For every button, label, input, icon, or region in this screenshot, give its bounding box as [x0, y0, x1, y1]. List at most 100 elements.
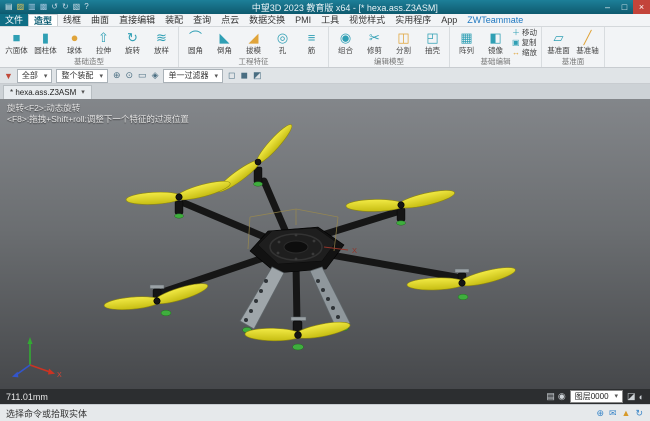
layer-dropdown[interactable]: 图层0000 ▾ [570, 390, 623, 403]
scope-dropdown[interactable]: 整个装配 ▾ [56, 69, 108, 83]
hole-icon: ◎ [277, 30, 288, 46]
undo-icon[interactable]: ↺ [49, 0, 60, 14]
box-icon: ■ [13, 30, 21, 46]
pick-invert-icon[interactable]: ◩ [252, 70, 263, 81]
trim-button[interactable]: ✂修剪 [360, 30, 389, 55]
new-file-icon[interactable]: ▤ [3, 0, 15, 14]
chamfer-button[interactable]: ◣倒角 [210, 30, 239, 55]
sphere-button[interactable]: ●球体 [60, 30, 89, 55]
save-all-icon[interactable]: ▩ [38, 0, 50, 14]
save-icon[interactable]: ▥ [26, 0, 38, 14]
menu-tab-直接编辑[interactable]: 直接编辑 [114, 14, 160, 26]
chevron-down-icon: ▾ [81, 86, 85, 99]
ribbon-button-label: 放样 [154, 46, 169, 55]
rib-button[interactable]: ≡筋 [297, 30, 326, 55]
menu-tab-App[interactable]: App [436, 14, 462, 26]
ribbon-group: ⌒圆角◣倒角◢拔模◎孔≡筋工程特征 [179, 27, 329, 67]
revolve-icon: ↻ [127, 30, 138, 46]
maximize-button[interactable]: □ [616, 0, 633, 14]
datum-axis-button[interactable]: ╱基准轴 [573, 30, 602, 55]
ribbon-button-label: 基准面 [547, 46, 570, 55]
menu-tab-造型[interactable]: 造型 [28, 14, 58, 26]
layer-manager-icon[interactable]: ▤ [546, 391, 555, 402]
menu-tab-点云[interactable]: 点云 [216, 14, 244, 26]
ribbon-group-label: 基础造型 [2, 57, 176, 67]
box-button[interactable]: ■六面体 [2, 30, 31, 55]
menu-tab-装配[interactable]: 装配 [160, 14, 188, 26]
menu-tab-查询[interactable]: 查询 [188, 14, 216, 26]
ribbon-button-label: 孔 [279, 46, 287, 55]
split-button[interactable]: ◫分割 [389, 30, 418, 55]
menu-tab-线框[interactable]: 线框 [58, 14, 86, 26]
move-icon: ＋ [512, 28, 520, 37]
move-button[interactable]: ＋移动 [512, 28, 537, 37]
loft-button[interactable]: ≋放样 [147, 30, 176, 55]
menu-tab-文件[interactable]: 文件 [0, 14, 28, 26]
datum-plane-button[interactable]: ▱基准面 [544, 30, 573, 55]
window-controls: – □ × [599, 0, 650, 14]
scale-button[interactable]: ↔缩放 [512, 48, 537, 57]
rib-icon: ≡ [308, 30, 316, 46]
statusbar: 选择命令或拾取实体 ⊕✉▲↻ [0, 404, 650, 421]
mirror-icon: ◧ [489, 30, 501, 46]
selection-filter-icon[interactable]: ⊕ [595, 408, 605, 419]
redo-icon[interactable]: ↻ [60, 0, 71, 14]
pick-all-icon[interactable]: ◻ [227, 70, 236, 81]
combine-button[interactable]: ◉组合 [331, 30, 360, 55]
message-icon[interactable]: ✉ [608, 408, 618, 419]
menu-tab-PMI[interactable]: PMI [290, 14, 316, 26]
hole-button[interactable]: ◎孔 [268, 30, 297, 55]
shell-icon: ◰ [426, 30, 438, 46]
visibility-icon[interactable]: ◉ [558, 391, 566, 402]
selbar-right-icons: ◻◼ ◩ [227, 70, 262, 81]
menu-tab-视觉样式[interactable]: 视觉样式 [344, 14, 390, 26]
draft-button[interactable]: ◢拔模 [239, 30, 268, 55]
fillet-button[interactable]: ⌒圆角 [181, 30, 210, 55]
document-tab-bar: * hexa.ass.Z3ASM ▾ [0, 84, 650, 99]
quick-access-toolbar: ▤▨▥▩↺↻▧? [0, 0, 91, 14]
copy-button[interactable]: ▣复制 [512, 38, 537, 47]
sync-icon[interactable]: ↻ [634, 408, 644, 419]
pick-point-icon[interactable]: ⊕ [112, 70, 122, 81]
status-message: 选择命令或拾取实体 [6, 407, 87, 420]
filter-type-dropdown[interactable]: 全部 ▾ [17, 69, 53, 83]
pick-window-icon[interactable]: ▭ [137, 70, 148, 81]
3d-viewport[interactable]: X [0, 99, 650, 389]
extrude-button[interactable]: ⇧拉伸 [89, 30, 118, 55]
render-mode-icon[interactable]: ◐ [639, 392, 644, 402]
close-button[interactable]: × [633, 0, 650, 14]
ribbon-button-label: 分割 [396, 46, 411, 55]
pattern-button[interactable]: ▦阵列 [452, 30, 481, 55]
menu-tab-实用程序[interactable]: 实用程序 [390, 14, 436, 26]
open-file-icon[interactable]: ▨ [15, 0, 27, 14]
pick-none-icon[interactable]: ◼ [239, 70, 248, 81]
combine-icon: ◉ [340, 30, 351, 46]
filter-type-value: 全部 [22, 70, 38, 81]
strip-left-icons: ▤◉ [546, 391, 565, 402]
minimize-button[interactable]: – [599, 0, 616, 14]
mirror-button[interactable]: ◧镜像 [481, 30, 510, 55]
shell-button[interactable]: ◰抽壳 [418, 30, 447, 55]
help-icon[interactable]: ? [82, 0, 90, 14]
view-triad[interactable]: X [12, 337, 62, 379]
cylinder-icon: ▮ [42, 30, 49, 46]
filter-funnel-icon[interactable]: ▼ [4, 71, 13, 81]
menu-tab-数据交换[interactable]: 数据交换 [244, 14, 290, 26]
menu-tab-ZWTeammate[interactable]: ZWTeammate [462, 14, 528, 26]
revolve-button[interactable]: ↻旋转 [118, 30, 147, 55]
alert-icon[interactable]: ▲ [621, 408, 632, 418]
document-tab[interactable]: * hexa.ass.Z3ASM ▾ [3, 85, 92, 99]
pick-mode-dropdown[interactable]: 单一过滤器 ▾ [163, 69, 223, 83]
section-view-icon[interactable]: ◪ [627, 391, 636, 402]
ribbon-button-label: 缩放 [522, 48, 537, 57]
menubar: 文件造型线框曲面直接编辑装配查询点云数据交换PMI工具视觉样式实用程序AppZW… [0, 14, 650, 27]
cylinder-button[interactable]: ▮圆柱体 [31, 30, 60, 55]
pick-polygon-icon[interactable]: ◈ [151, 70, 160, 81]
menu-tab-工具[interactable]: 工具 [316, 14, 344, 26]
pick-last-icon[interactable]: ⊙ [125, 70, 135, 81]
ribbon-group-label: 编辑模型 [331, 57, 447, 67]
menu-tab-曲面[interactable]: 曲面 [86, 14, 114, 26]
ribbon-button-label: 圆柱体 [34, 46, 57, 55]
datum-plane-icon: ▱ [554, 30, 564, 46]
print-icon[interactable]: ▧ [71, 0, 83, 14]
